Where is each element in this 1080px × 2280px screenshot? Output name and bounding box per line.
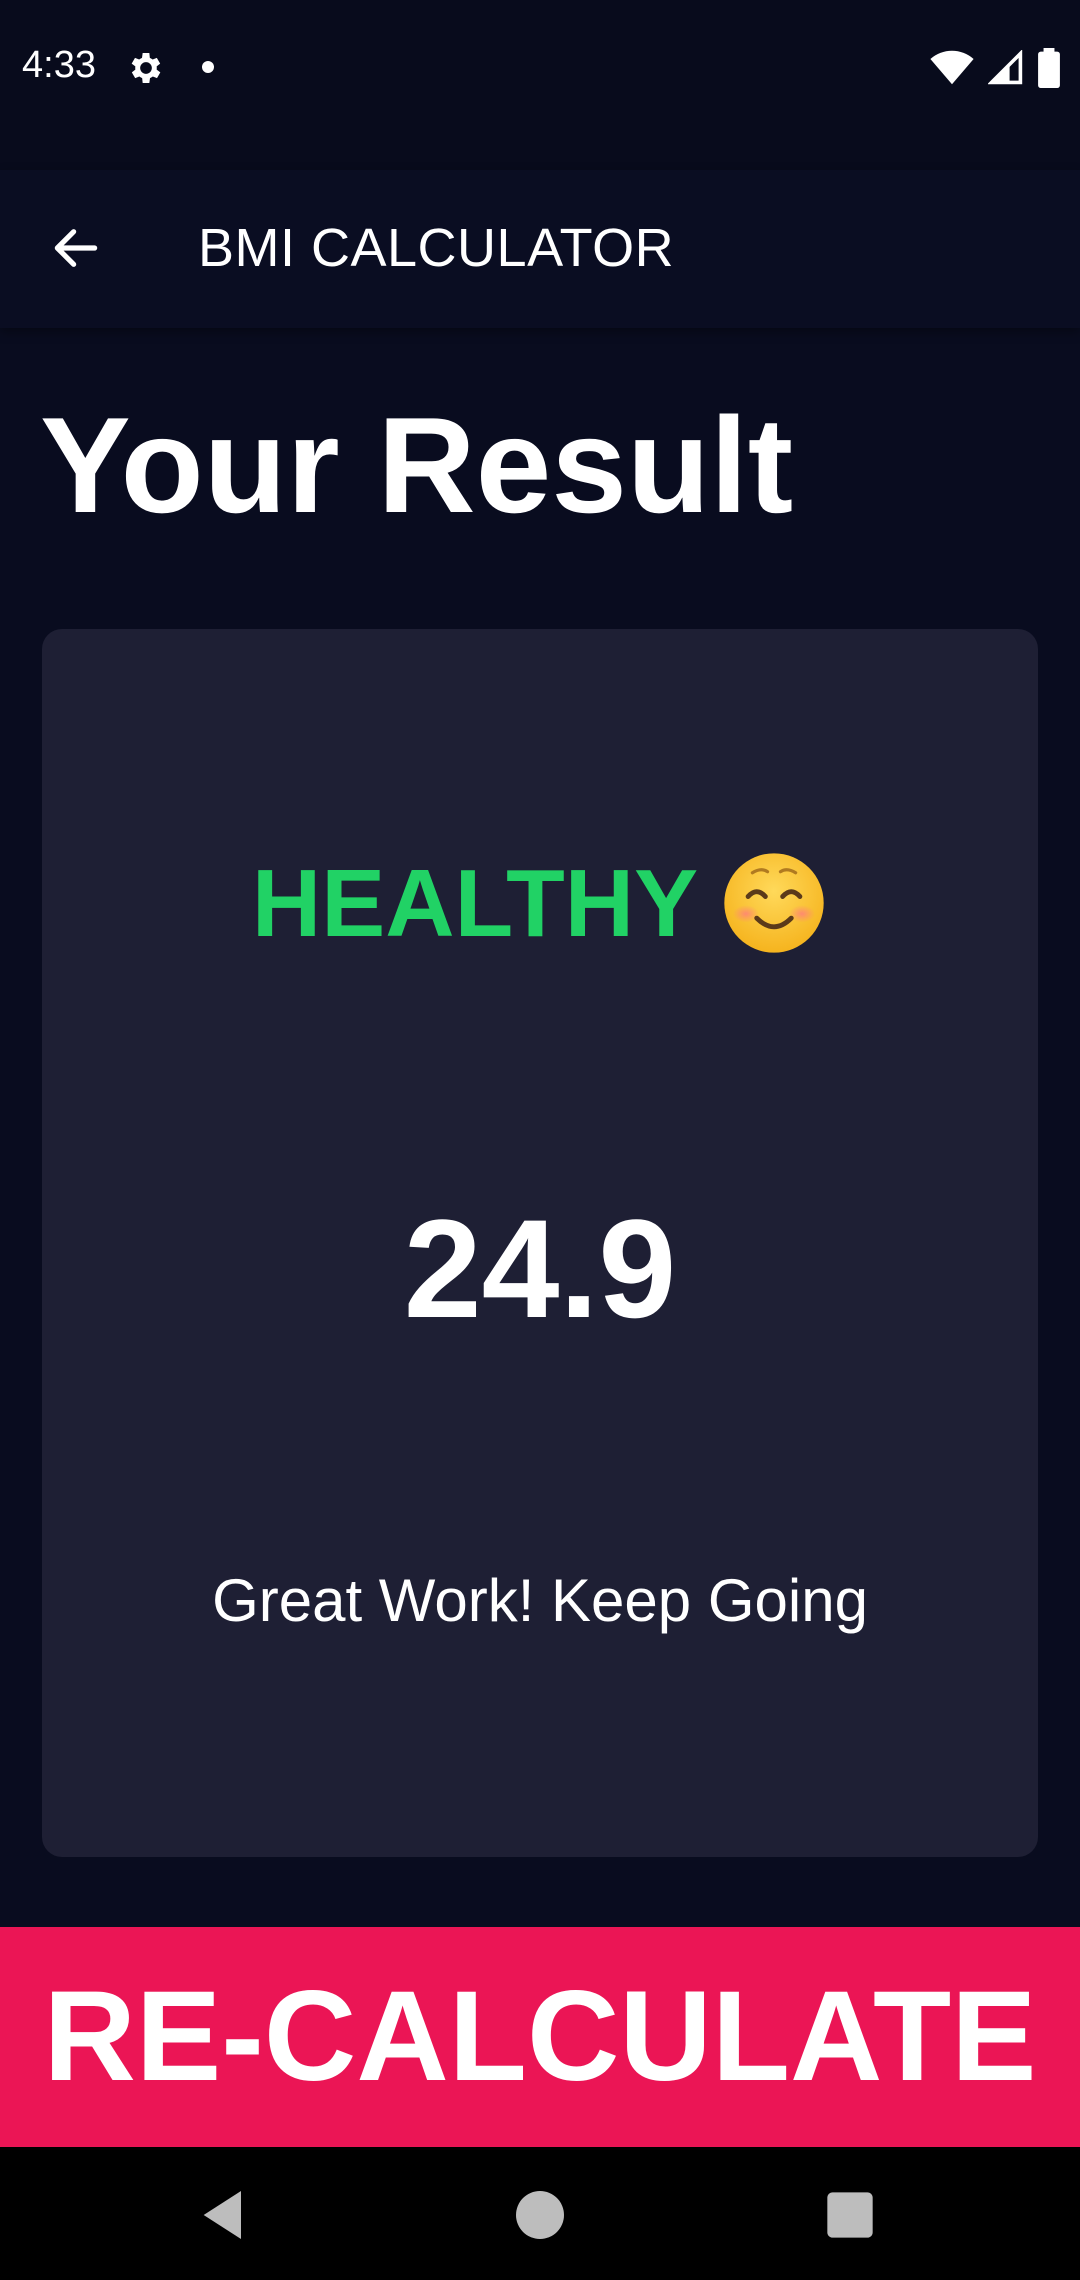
recents-square-icon[interactable] [818,2183,882,2247]
gear-icon [131,53,161,83]
bmi-value: 24.9 [403,1190,677,1347]
result-status: HEALTHY [42,849,1038,965]
battery-icon [1038,48,1060,88]
page-title: Your Result [40,389,794,541]
smiling-face-icon [724,852,824,953]
arrow-left-icon[interactable] [48,220,104,276]
status-icons [930,46,1060,90]
system-nav-bar [0,2147,1080,2280]
result-message: Great Work! Keep Going [212,1567,868,1634]
status-label: HEALTHY [251,850,699,957]
home-circle-icon[interactable] [508,2183,572,2247]
status-bar: 4:33 [0,0,1080,170]
notification-dot-icon [202,61,214,73]
status-time: 4:33 [22,44,96,86]
signal-icon [988,50,1023,85]
recalculate-button[interactable]: RE-CALCULATE [0,1927,1080,2147]
wifi-icon [930,50,974,85]
result-card: HEALTHY 24.9 Great Work! Keep Going [42,629,1038,1857]
back-triangle-icon[interactable] [193,2183,257,2247]
app-bar: BMI CALCULATOR [0,170,1080,328]
app-title: BMI CALCULATOR [198,218,675,278]
